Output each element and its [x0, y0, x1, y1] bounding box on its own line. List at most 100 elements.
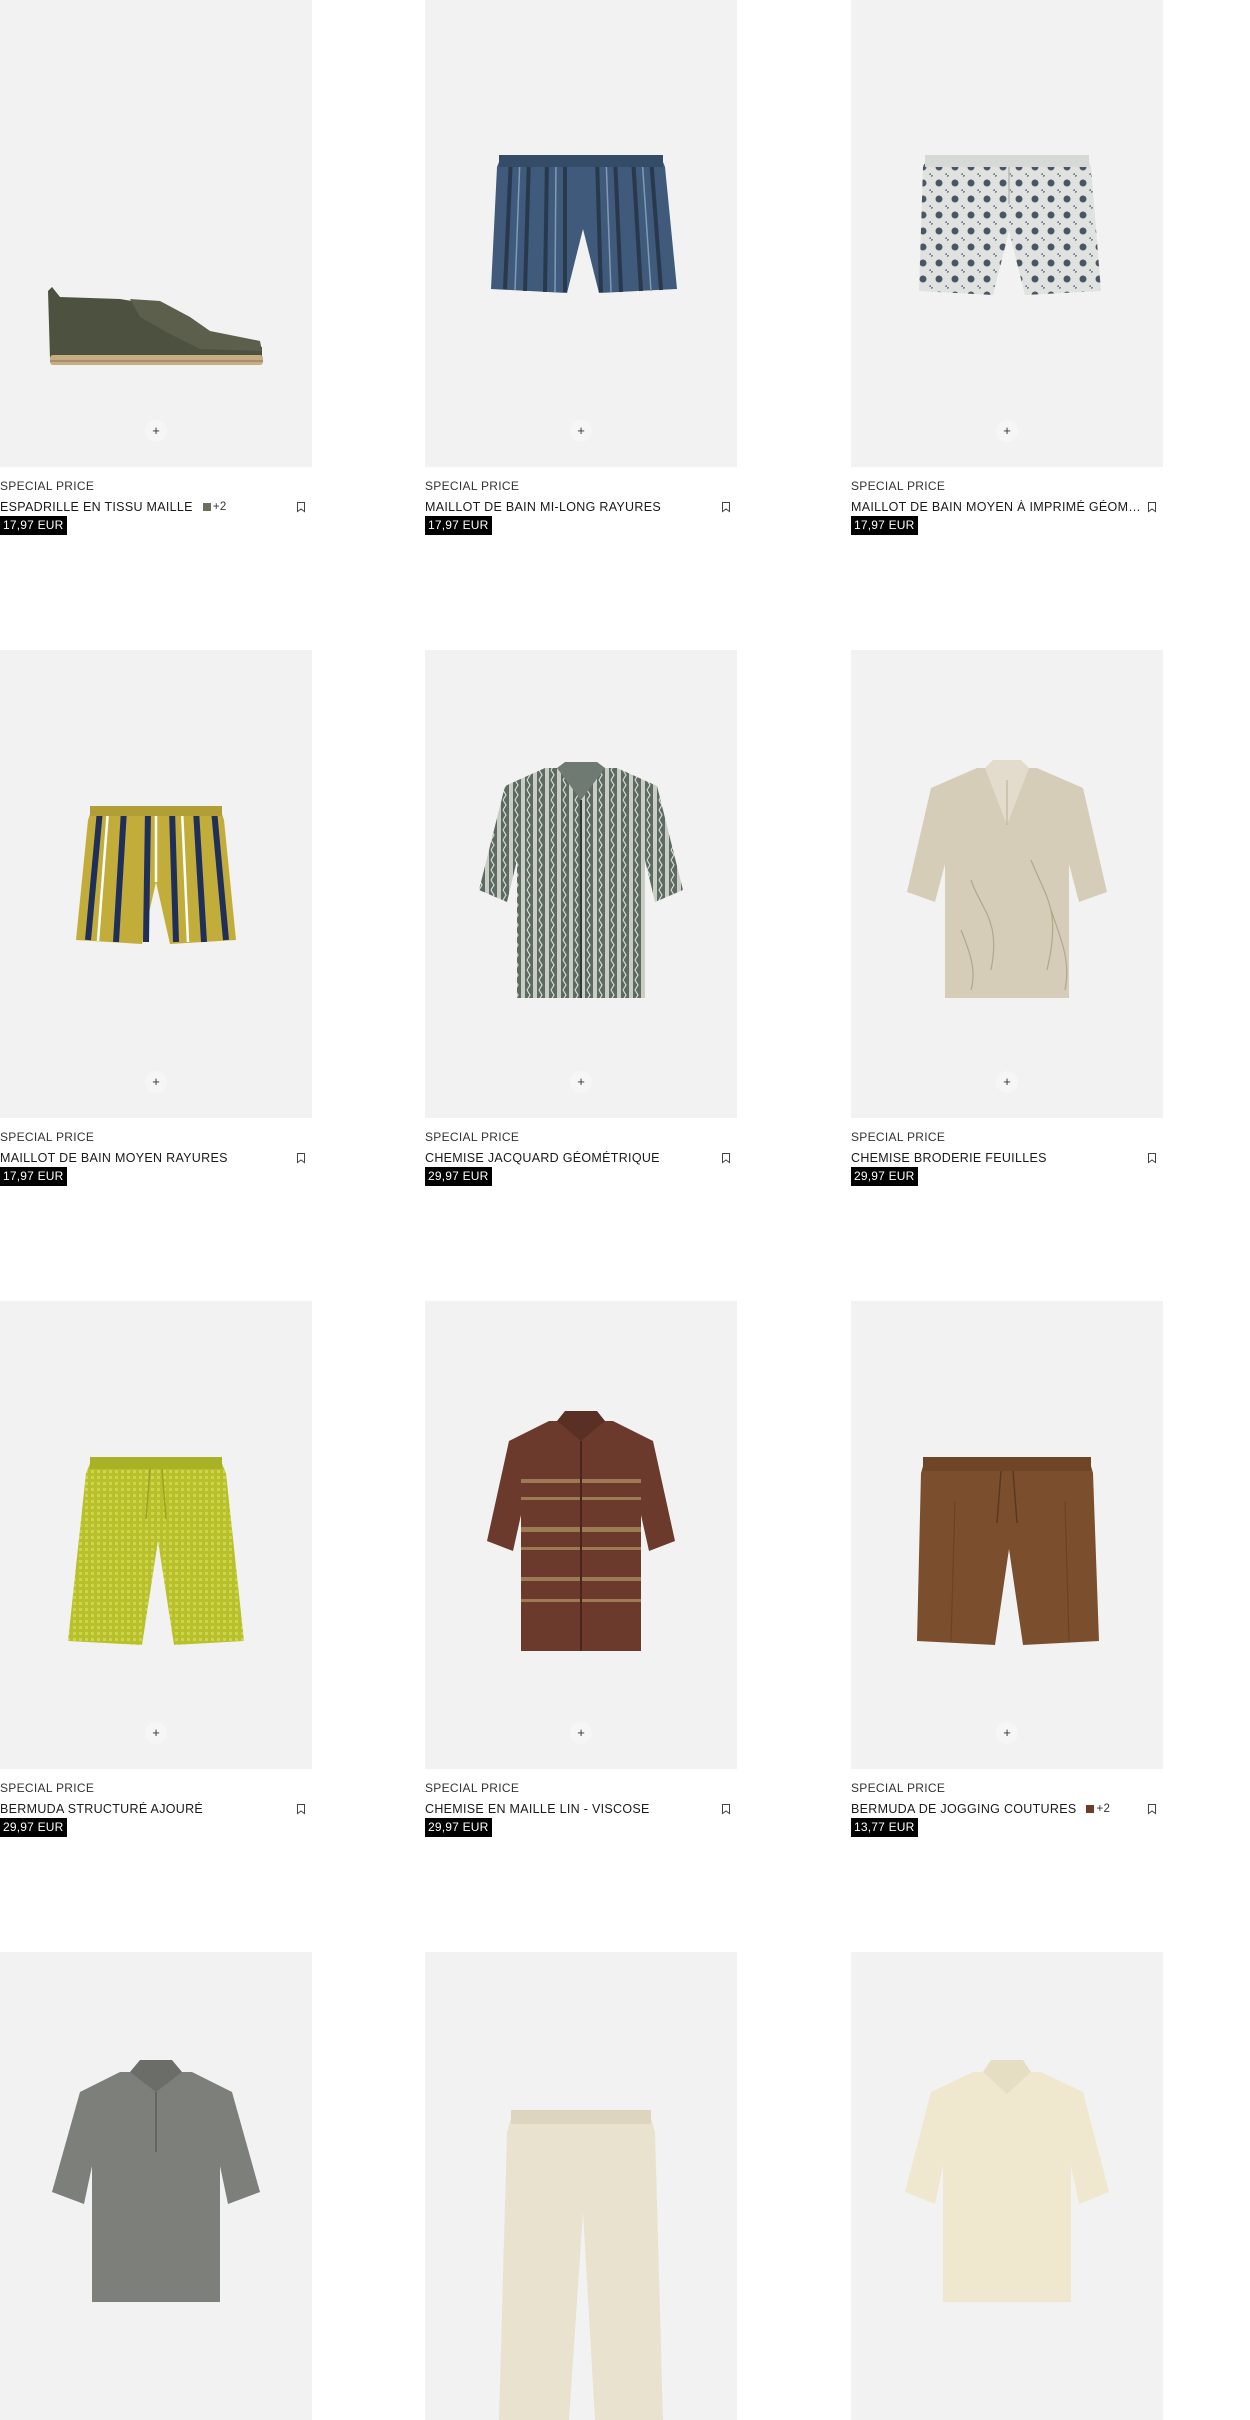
- quick-add-button[interactable]: +: [996, 1722, 1018, 1744]
- special-price-tag: SPECIAL PRICE: [0, 1781, 95, 1795]
- product-name-row: BERMUDA DE JOGGING COUTURES +2: [851, 1800, 1163, 1817]
- product-image[interactable]: +: [851, 1301, 1163, 1769]
- product-card[interactable]: + SPECIAL PRICE ESPADRILLE EN TISSU MAIL…: [0, 0, 312, 547]
- product-info: SPECIAL PRICE CHEMISE EN MAILLE LIN - VI…: [425, 1769, 737, 1849]
- product-card[interactable]: + SPECIAL PRICE MAILLOT DE BAIN MI-LONG …: [425, 0, 737, 547]
- product-info: SPECIAL PRICE MAILLOT DE BAIN MOYEN À IM…: [851, 467, 1163, 547]
- product-card[interactable]: + SPECIAL PRICE MAILLOT DE BAIN MOYEN À …: [851, 0, 1163, 547]
- product-name[interactable]: CHEMISE BRODERIE FEUILLES: [851, 1151, 1047, 1165]
- bookmark-icon[interactable]: [294, 1802, 308, 1816]
- product-name[interactable]: CHEMISE JACQUARD GÉOMÉTRIQUE: [425, 1151, 660, 1165]
- special-price-tag: SPECIAL PRICE: [0, 1130, 95, 1144]
- bookmark-icon[interactable]: [1145, 1802, 1159, 1816]
- price-label: 29,97 EUR: [851, 1167, 918, 1186]
- product-image[interactable]: +: [851, 650, 1163, 1118]
- product-name[interactable]: BERMUDA STRUCTURÉ AJOURÉ: [0, 1802, 203, 1816]
- quick-add-button[interactable]: +: [570, 420, 592, 442]
- product-name[interactable]: BERMUDA DE JOGGING COUTURES: [851, 1802, 1076, 1816]
- special-price-tag: SPECIAL PRICE: [425, 1130, 520, 1144]
- espadrille-image: [48, 287, 263, 365]
- color-swatch[interactable]: [202, 502, 211, 511]
- product-info: SPECIAL PRICE MAILLOT DE BAIN MI-LONG RA…: [425, 467, 737, 547]
- product-card[interactable]: + SPECIAL PRICE CHEMISE BRODERIE FEUILLE…: [851, 650, 1163, 1198]
- product-card[interactable]: + SPECIAL PRICE MAILLOT DE BAIN MOYEN RA…: [0, 650, 312, 1198]
- product-card[interactable]: + SPECIAL PRICE BERMUDA DE JOGGING COUTU…: [851, 1301, 1163, 1849]
- price-label: 13,77 EUR: [851, 1818, 918, 1837]
- bookmark-icon[interactable]: [719, 1151, 733, 1165]
- striped-blue-swim-shorts-image: [491, 155, 677, 293]
- grey-polo-image: [52, 2060, 260, 2302]
- color-swatches[interactable]: +2: [1086, 1803, 1110, 1815]
- more-colors-count: +2: [1096, 1802, 1111, 1815]
- product-name-row: CHEMISE BRODERIE FEUILLES: [851, 1149, 1163, 1166]
- quick-add-button[interactable]: +: [570, 1071, 592, 1093]
- quick-add-button[interactable]: +: [145, 1722, 167, 1744]
- product-card[interactable]: + SPECIAL PRICE CHEMISE EN MAILLE LIN - …: [425, 1301, 737, 1849]
- product-card[interactable]: + SPECIAL PRICE BERMUDA STRUCTURÉ AJOURÉ…: [0, 1301, 312, 1849]
- bookmark-icon[interactable]: [294, 500, 308, 514]
- price-label: 17,97 EUR: [851, 516, 918, 535]
- product-image[interactable]: [0, 1952, 312, 2420]
- product-name-row: CHEMISE JACQUARD GÉOMÉTRIQUE: [425, 1149, 737, 1166]
- leaf-embroidery-shirt-image: [907, 760, 1107, 998]
- quick-add-button[interactable]: +: [145, 1071, 167, 1093]
- yellow-blue-striped-swim-shorts-image: [76, 806, 236, 944]
- product-name[interactable]: MAILLOT DE BAIN MI-LONG RAYURES: [425, 500, 661, 514]
- color-swatches[interactable]: +2: [202, 500, 227, 513]
- quick-add-button[interactable]: +: [145, 420, 167, 442]
- product-image[interactable]: +: [425, 650, 737, 1118]
- bookmark-icon[interactable]: [1145, 500, 1159, 514]
- more-colors-count: +2: [212, 500, 227, 513]
- cream-trousers-image: [499, 2110, 663, 2420]
- price-label: 17,97 EUR: [0, 1167, 67, 1186]
- cream-polo-image: [905, 2060, 1109, 2302]
- price-label: 17,97 EUR: [0, 516, 67, 535]
- product-name[interactable]: CHEMISE EN MAILLE LIN - VISCOSE: [425, 1802, 650, 1816]
- product-image[interactable]: [851, 1952, 1163, 2420]
- product-image[interactable]: +: [0, 0, 312, 467]
- product-card[interactable]: [851, 1952, 1163, 2420]
- bookmark-icon[interactable]: [294, 1151, 308, 1165]
- product-image[interactable]: +: [0, 1301, 312, 1769]
- product-name[interactable]: ESPADRILLE EN TISSU MAILLE: [0, 500, 193, 514]
- bookmark-icon[interactable]: [719, 500, 733, 514]
- special-price-tag: SPECIAL PRICE: [851, 1781, 946, 1795]
- product-info: SPECIAL PRICE CHEMISE JACQUARD GÉOMÉTRIQ…: [425, 1118, 737, 1198]
- special-price-tag: SPECIAL PRICE: [851, 479, 946, 493]
- color-swatch[interactable]: [1086, 1804, 1095, 1813]
- product-card[interactable]: + SPECIAL PRICE CHEMISE JACQUARD GÉOMÉTR…: [425, 650, 737, 1198]
- product-card[interactable]: [425, 1952, 737, 2420]
- lime-openwork-bermuda-image: [68, 1457, 244, 1645]
- price-label: 29,97 EUR: [425, 1818, 492, 1837]
- price-label: 17,97 EUR: [425, 516, 492, 535]
- bookmark-icon[interactable]: [1145, 1151, 1159, 1165]
- special-price-tag: SPECIAL PRICE: [0, 479, 95, 493]
- bookmark-icon[interactable]: [719, 1802, 733, 1816]
- product-grid: + SPECIAL PRICE ESPADRILLE EN TISSU MAIL…: [0, 0, 1250, 2420]
- geometric-print-swim-shorts-image: [919, 155, 1101, 295]
- product-info: SPECIAL PRICE BERMUDA STRUCTURÉ AJOURÉ 2…: [0, 1769, 312, 1849]
- brown-jogging-bermuda-image: [917, 1457, 1099, 1645]
- product-image[interactable]: +: [851, 0, 1163, 467]
- product-image[interactable]: [425, 1952, 737, 2420]
- product-info: SPECIAL PRICE CHEMISE BRODERIE FEUILLES …: [851, 1118, 1163, 1198]
- product-info: SPECIAL PRICE MAILLOT DE BAIN MOYEN RAYU…: [0, 1118, 312, 1198]
- product-name[interactable]: MAILLOT DE BAIN MOYEN À IMPRIMÉ GÉOMÉTRI…: [851, 500, 1141, 514]
- product-info: SPECIAL PRICE ESPADRILLE EN TISSU MAILLE…: [0, 467, 312, 547]
- product-image[interactable]: +: [425, 0, 737, 467]
- quick-add-button[interactable]: +: [996, 420, 1018, 442]
- product-info: SPECIAL PRICE BERMUDA DE JOGGING COUTURE…: [851, 1769, 1163, 1849]
- product-name-row: MAILLOT DE BAIN MOYEN RAYURES: [0, 1149, 312, 1166]
- product-image[interactable]: +: [0, 650, 312, 1118]
- product-card[interactable]: [0, 1952, 312, 2420]
- product-name[interactable]: MAILLOT DE BAIN MOYEN RAYURES: [0, 1151, 228, 1165]
- product-name-row: MAILLOT DE BAIN MI-LONG RAYURES: [425, 498, 737, 515]
- special-price-tag: SPECIAL PRICE: [425, 479, 520, 493]
- product-image[interactable]: +: [425, 1301, 737, 1769]
- special-price-tag: SPECIAL PRICE: [425, 1781, 520, 1795]
- product-name-row: CHEMISE EN MAILLE LIN - VISCOSE: [425, 1800, 737, 1817]
- quick-add-button[interactable]: +: [570, 1722, 592, 1744]
- price-label: 29,97 EUR: [0, 1818, 67, 1837]
- special-price-tag: SPECIAL PRICE: [851, 1130, 946, 1144]
- quick-add-button[interactable]: +: [996, 1071, 1018, 1093]
